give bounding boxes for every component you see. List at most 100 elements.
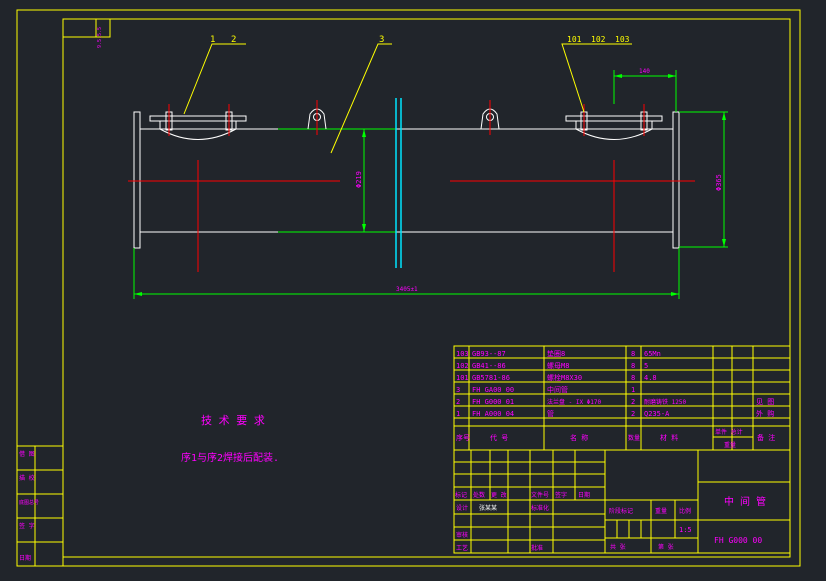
bom-name: 螺母M8 xyxy=(547,361,569,370)
bom-header-material: 材 料 xyxy=(660,433,678,442)
bom-row: 103 GB93--87 垫圈8 8 65Mn xyxy=(456,349,661,358)
bom-no: 2 xyxy=(456,398,460,406)
bom-code: GB5781-86 xyxy=(472,374,510,382)
right-lifting-lug xyxy=(480,100,500,135)
bom-header-qty: 数量 xyxy=(628,434,640,442)
bom-header-name: 名 称 xyxy=(570,433,588,442)
bom-material: 耐磨铸铁 1250 xyxy=(644,398,686,406)
bom-material: Q235-A xyxy=(644,410,670,418)
bom-code: GB93--87 xyxy=(472,350,506,358)
balloon-101: 101 xyxy=(567,35,582,44)
bom-row: 101 GB5781-86 螺栓M8X30 8 4.8 xyxy=(456,373,657,382)
bom-header-weight: 单件 总计 xyxy=(715,428,743,436)
approve-label: 批准 xyxy=(531,544,543,552)
bom-no: 3 xyxy=(456,386,460,394)
pipe-diameter-label: Φ219 xyxy=(355,171,363,188)
designer-name: 张某某 xyxy=(479,504,497,512)
side-label-date: 日期 xyxy=(19,554,31,562)
drawing-canvas: 9.5.5.5 1 2 3 101 102 103 3405±1 Φ219 Φ3… xyxy=(16,9,801,567)
process-label: 工艺 xyxy=(456,544,468,552)
bom-table: 103 GB93--87 垫圈8 8 65Mn 102 GB41--86 螺母M… xyxy=(453,345,791,451)
title-row-label-date: 日期 xyxy=(578,491,590,499)
bom-qty: 2 xyxy=(631,398,635,406)
right-saddle xyxy=(565,104,663,140)
bom-qty: 8 xyxy=(631,350,635,358)
bom-header-weight-sub: 重量 xyxy=(724,441,736,449)
standard-label: 标准化 xyxy=(531,504,549,512)
tech-notes-line-1: 序1与序2焊接后配装. xyxy=(181,451,279,464)
bom-code: FH G000 01 xyxy=(472,398,514,406)
dimensions: 3405±1 Φ219 Φ365 140 xyxy=(133,68,728,299)
stage-label: 阶段标记 xyxy=(609,507,633,515)
bom-note: 见 图 xyxy=(756,398,774,406)
overall-length-label: 3405±1 xyxy=(396,286,418,293)
bom-header-code: 代 号 xyxy=(490,433,508,442)
leader-101-103 xyxy=(561,43,632,113)
leader-1-2 xyxy=(183,43,246,115)
bom-name: 垫圈8 xyxy=(547,349,565,358)
flange-diameter-label: Φ365 xyxy=(715,174,723,191)
balloon-1: 1 xyxy=(210,35,215,45)
flange-offset-label: 140 xyxy=(639,68,650,75)
designer-label: 设计 xyxy=(456,504,468,512)
sheet-total: 共 张 xyxy=(610,543,626,551)
bom-no: 103 xyxy=(456,350,469,358)
balloon-102: 102 xyxy=(591,35,606,44)
title-row-label-change: 更 改 xyxy=(491,491,507,499)
bom-header: 序号 代 号 名 称 数量 材 料 单件 总计 重量 备 注 xyxy=(456,428,775,449)
drawing-number: FH G000 00 xyxy=(714,536,762,545)
title-row-label-mark: 标记 xyxy=(455,491,467,499)
bom-row: 1 FH A000 04 管 2 Q235-A 外 购 xyxy=(456,409,774,418)
bom-name: 螺栓M8X30 xyxy=(547,373,582,382)
bom-code: GB41--86 xyxy=(472,362,506,370)
right-flange xyxy=(672,111,680,249)
bom-name: 中间管 xyxy=(547,385,568,394)
side-label-trace: 描 校 xyxy=(19,474,35,482)
title-row-label-file: 文件号 xyxy=(531,491,549,499)
bom-no: 1 xyxy=(456,410,460,418)
title-row-label-count: 处数 xyxy=(473,491,485,499)
bom-header-note: 备 注 xyxy=(757,433,775,442)
corner-stamp-text: 9.5.5.5 xyxy=(97,27,103,48)
balloon-103: 103 xyxy=(615,35,630,44)
scale-value: 1:5 xyxy=(679,526,692,534)
weight-label: 重量 xyxy=(655,507,667,515)
bom-note: 外 购 xyxy=(756,409,774,418)
corner-stamp: 9.5.5.5 xyxy=(63,19,111,48)
bom-material: 4.8 xyxy=(644,374,657,382)
bom-row: 102 GB41--86 螺母M8 8 5 xyxy=(456,361,648,370)
review-label: 审核 xyxy=(456,531,468,539)
bom-material: 5 xyxy=(644,362,648,370)
bom-header-no: 序号 xyxy=(456,433,470,442)
bom-code: FH GA00 00 xyxy=(472,386,514,394)
bom-code: FH A000 04 xyxy=(472,410,514,418)
bom-qty: 2 xyxy=(631,410,635,418)
left-saddle xyxy=(149,104,247,140)
balloon-3: 3 xyxy=(379,35,384,45)
leader-3 xyxy=(330,43,392,154)
side-label-base-no: 底图总号 xyxy=(19,499,39,506)
bom-no: 101 xyxy=(456,374,469,382)
bom-name: 管 xyxy=(547,409,554,418)
balloon-2: 2 xyxy=(231,35,236,45)
side-label-borrow: 借 图 xyxy=(19,450,35,458)
side-stamp-column: 借 图 描 校 底图总号 签 字 日期 xyxy=(16,445,64,567)
pipe-assembly xyxy=(128,98,695,272)
scale-label: 比例 xyxy=(679,507,691,515)
tech-notes: 技 术 要 求 序1与序2焊接后配装. xyxy=(181,414,279,464)
bom-qty: 8 xyxy=(631,374,635,382)
bom-qty: 1 xyxy=(631,386,635,394)
title-block: 标记 处数 更 改 文件号 签字 日期 设计 张某某 标准化 审核 工艺 批准 … xyxy=(453,449,791,554)
bom-row: 3 FH GA00 00 中间管 1 xyxy=(456,385,635,394)
left-lifting-lug xyxy=(307,100,327,135)
side-label-sign: 签 字 xyxy=(19,522,35,530)
bom-name: 法兰盘 - IX Φ170 xyxy=(547,398,602,406)
bom-qty: 8 xyxy=(631,362,635,370)
drawing-name: 中 间 管 xyxy=(724,495,766,508)
left-flange xyxy=(133,111,141,249)
inner-border xyxy=(62,18,791,558)
sheet-no: 第 张 xyxy=(658,543,674,551)
bom-material: 65Mn xyxy=(644,350,661,358)
tech-notes-title: 技 术 要 求 xyxy=(201,414,265,427)
bom-row: 2 FH G000 01 法兰盘 - IX Φ170 2 耐磨铸铁 1250 见… xyxy=(456,398,774,406)
